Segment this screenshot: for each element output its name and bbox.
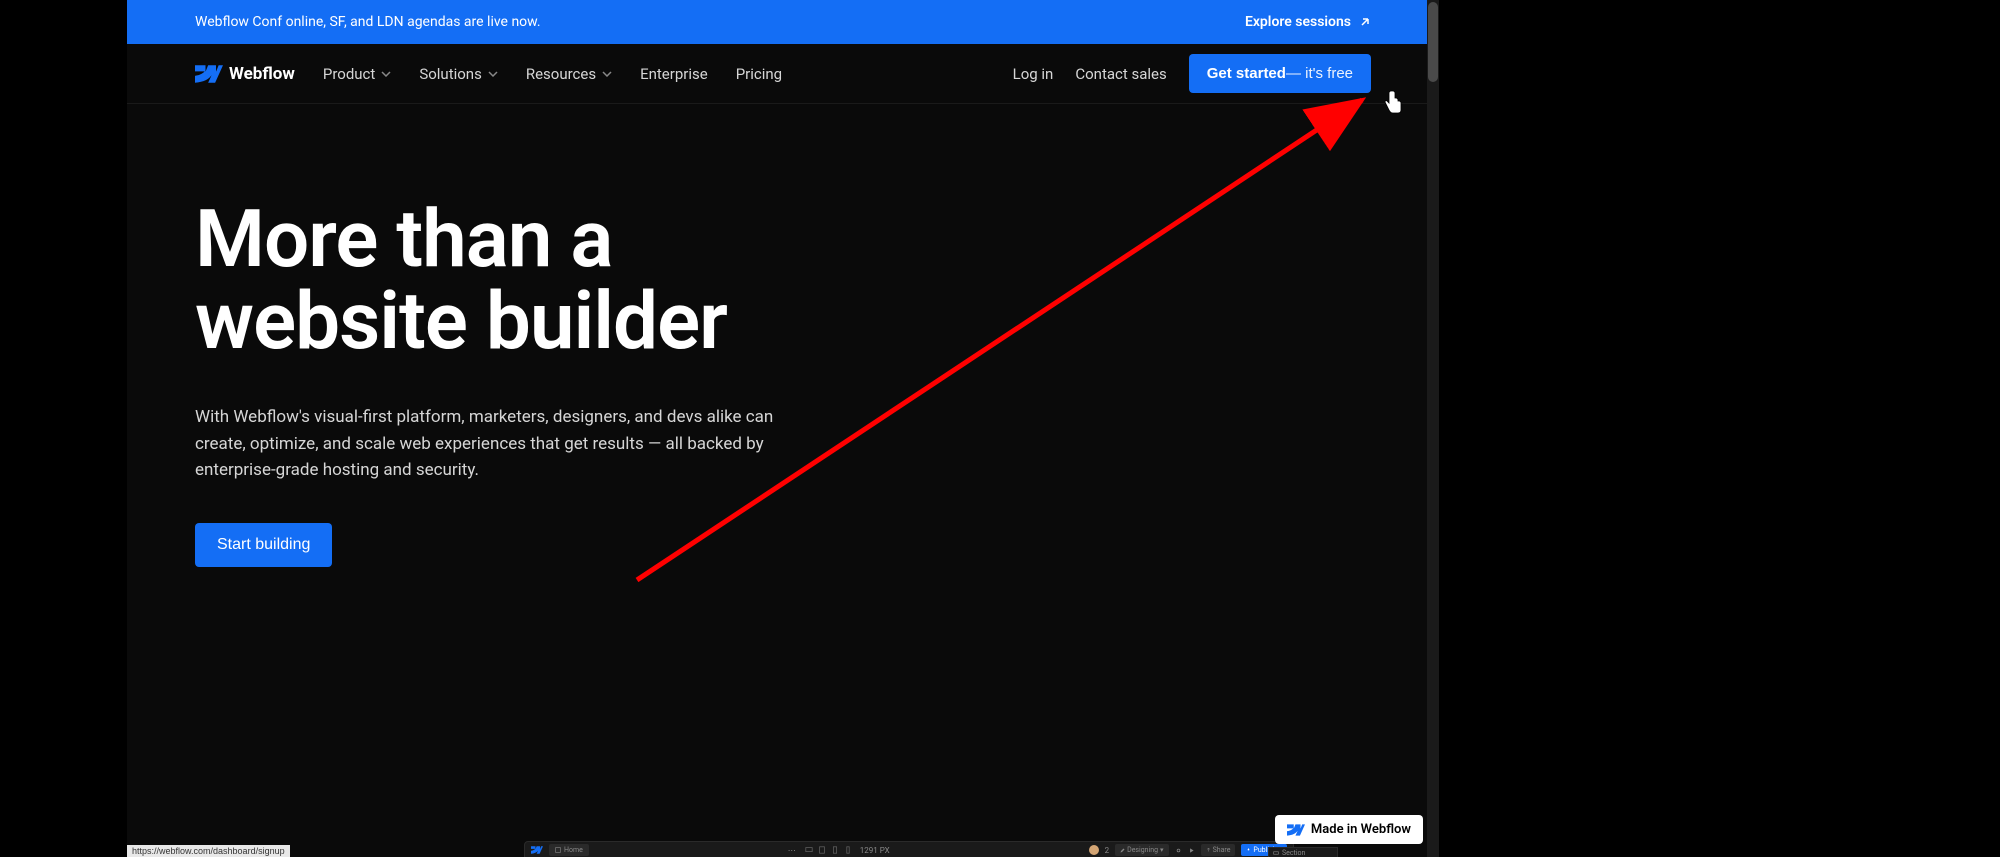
get-started-button[interactable]: Get started — it's free	[1189, 54, 1371, 93]
webflow-logo-icon	[1287, 824, 1305, 836]
contact-sales-link[interactable]: Contact sales	[1075, 65, 1166, 83]
badge-text: Made in Webflow	[1311, 822, 1411, 837]
nav-label: Pricing	[736, 65, 782, 83]
nav-item-pricing[interactable]: Pricing	[736, 65, 782, 83]
nav-label: Enterprise	[640, 65, 708, 83]
nav-item-product[interactable]: Product	[323, 65, 391, 83]
chevron-down-icon	[381, 71, 391, 77]
nav-left: Webflow Product Solutions Resources	[195, 64, 782, 84]
desktop-icon[interactable]	[805, 846, 813, 854]
play-icon[interactable]	[1188, 847, 1195, 854]
designer-left: Home	[525, 844, 589, 856]
hero-title-line1: More than a	[195, 192, 612, 286]
dots: ⋯	[788, 846, 797, 855]
announcement-text: Webflow Conf online, SF, and LDN agendas…	[195, 14, 541, 30]
user-count: 2	[1105, 846, 1110, 855]
settings-icon[interactable]	[1175, 847, 1182, 854]
nav-label: Solutions	[419, 65, 482, 83]
nav-item-enterprise[interactable]: Enterprise	[640, 65, 708, 83]
hero-title-line2: website builder	[195, 274, 727, 368]
share-icon	[1206, 848, 1211, 853]
designer-center: ⋯ 1291 PX	[589, 846, 1089, 855]
cta-bold-text: Get started	[1207, 65, 1286, 82]
hero-subtitle: With Webflow's visual-first platform, ma…	[195, 404, 825, 483]
nav-item-resources[interactable]: Resources	[526, 65, 612, 83]
chevron-down-icon	[488, 71, 498, 77]
rocket-icon	[1246, 848, 1251, 853]
section-icon	[1273, 850, 1279, 856]
tablet-icon[interactable]	[818, 846, 826, 854]
logo-text: Webflow	[229, 64, 295, 84]
scrollbar-thumb[interactable]	[1428, 2, 1438, 82]
share-label: Share	[1213, 846, 1231, 854]
login-link[interactable]: Log in	[1013, 65, 1054, 83]
nav-item-solutions[interactable]: Solutions	[419, 65, 498, 83]
pencil-icon	[1120, 848, 1125, 853]
home-label: Home	[564, 846, 583, 854]
section-label: Section	[1282, 849, 1305, 857]
start-building-button[interactable]: Start building	[195, 523, 332, 567]
section-selector[interactable]: Section	[1268, 847, 1338, 857]
device-icons	[805, 846, 852, 854]
share-button[interactable]: Share	[1201, 844, 1236, 856]
scrollbar[interactable]	[1427, 0, 1439, 857]
designing-mode-button[interactable]: Designing ▾	[1115, 844, 1168, 856]
user-avatar[interactable]	[1089, 845, 1099, 855]
cta-light-text: — it's free	[1286, 65, 1353, 82]
made-in-webflow-badge[interactable]: Made in Webflow	[1275, 815, 1423, 844]
external-link-icon	[1359, 16, 1371, 28]
page-icon	[555, 847, 561, 853]
chevron: ▾	[1160, 846, 1164, 854]
browser-status-url: https://webflow.com/dashboard/signup	[127, 845, 290, 857]
nav-label: Product	[323, 65, 375, 83]
hero-title: More than a website builder	[195, 199, 1371, 362]
designer-preview-bar: Home ⋯ 1291 PX 2 Designing ▾	[524, 841, 1294, 857]
announcement-cta[interactable]: Explore sessions	[1245, 14, 1371, 30]
webflow-logo-icon	[531, 846, 543, 854]
viewport-width: 1291 PX	[860, 846, 890, 855]
designing-label: Designing	[1127, 846, 1158, 854]
page-wrapper: Webflow Conf online, SF, and LDN agendas…	[127, 0, 1439, 857]
mobile-icon[interactable]	[844, 846, 852, 854]
nav-right: Log in Contact sales Get started — it's …	[1013, 54, 1371, 93]
navbar: Webflow Product Solutions Resources	[127, 44, 1439, 104]
cursor-pointer-icon	[1384, 90, 1404, 114]
chevron-down-icon	[602, 71, 612, 77]
designer-home-button[interactable]: Home	[549, 844, 589, 856]
designer-right: 2 Designing ▾ Share Publish ▾	[1089, 844, 1293, 856]
tablet-portrait-icon[interactable]	[831, 846, 839, 854]
webflow-logo-icon	[195, 65, 223, 83]
announcement-cta-label: Explore sessions	[1245, 14, 1351, 30]
announcement-bar: Webflow Conf online, SF, and LDN agendas…	[127, 0, 1439, 44]
nav-label: Resources	[526, 65, 596, 83]
webflow-logo[interactable]: Webflow	[195, 64, 295, 84]
hero-section: More than a website builder With Webflow…	[127, 104, 1439, 567]
